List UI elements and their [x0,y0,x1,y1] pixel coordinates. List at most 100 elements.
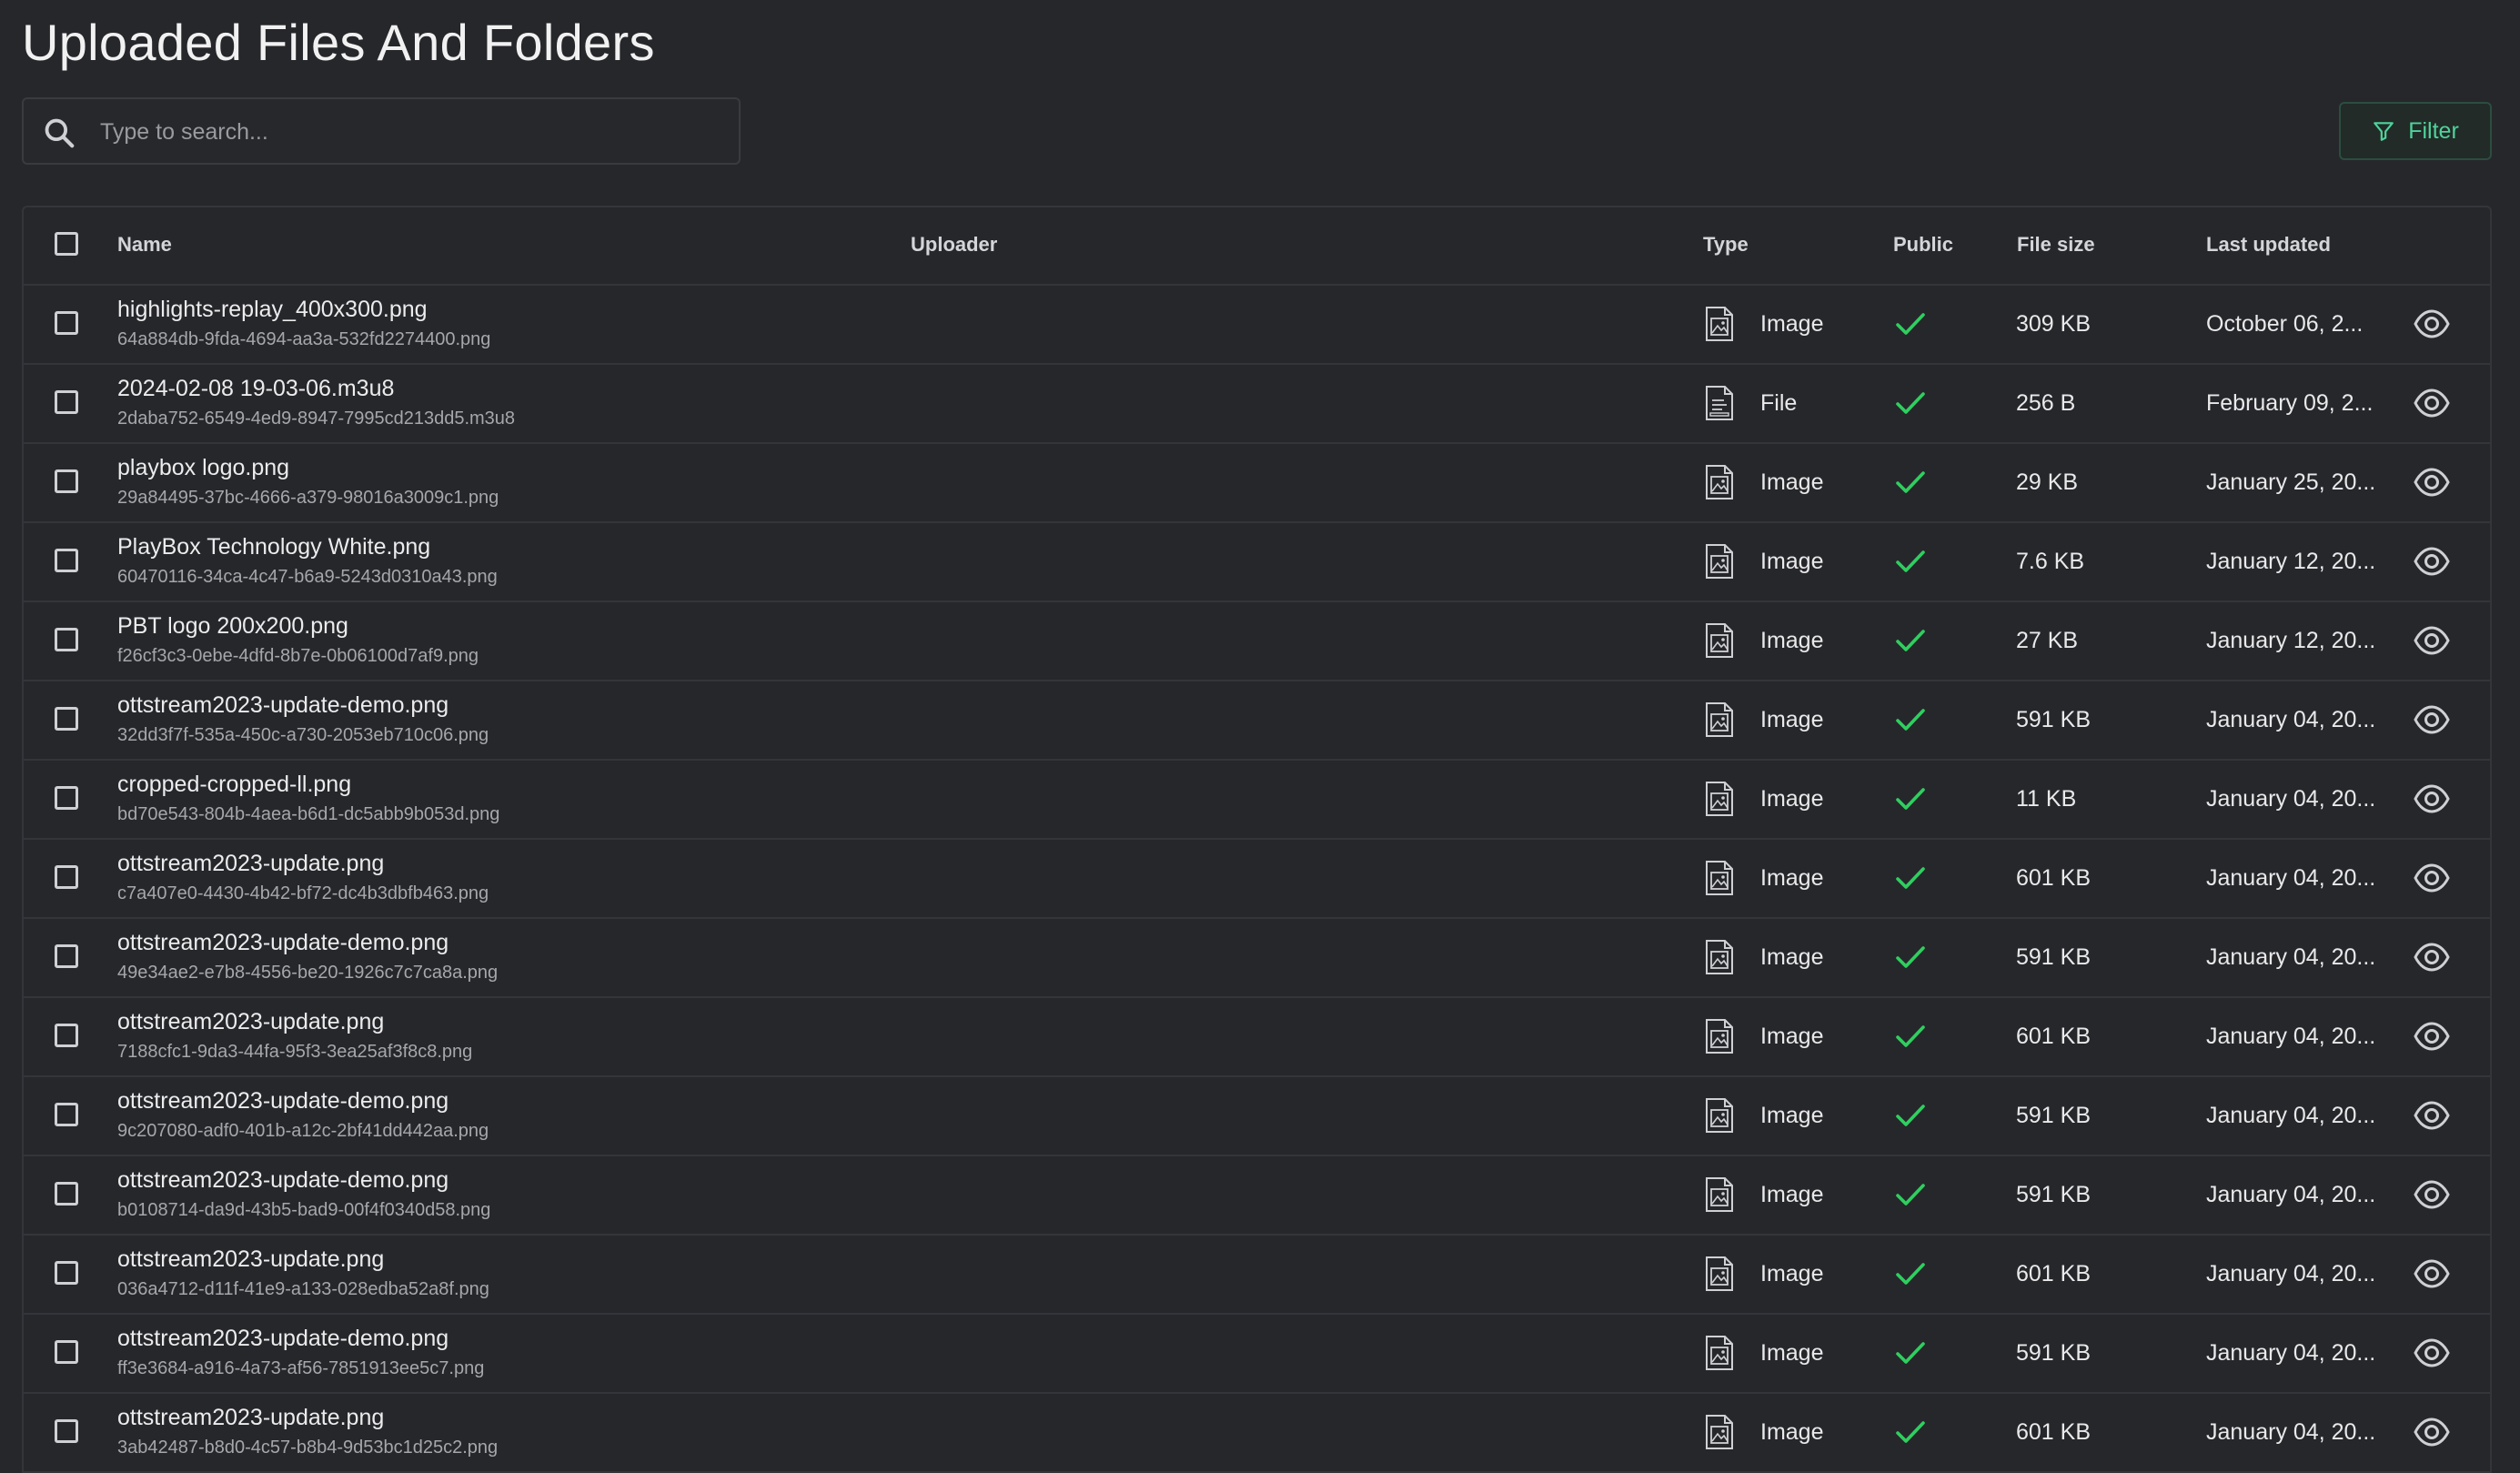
file-type: Image [1760,1024,1824,1049]
image-file-icon [1704,1414,1735,1450]
file-type: Image [1760,786,1824,812]
table-row[interactable]: ottstream2023-update.png 7188cfc1-9da3-44… [24,998,2490,1077]
table-row[interactable]: ottstream2023-update-demo.png 9c207080-ad… [24,1077,2490,1156]
document-file-icon [1704,385,1735,421]
filter-button[interactable]: Filter [2339,102,2492,160]
row-checkbox[interactable] [55,707,78,731]
eye-icon[interactable] [2414,863,2450,893]
eye-icon[interactable] [2414,1179,2450,1210]
eye-icon[interactable] [2414,467,2450,498]
file-id: bd70e543-804b-4aea-b6d1-dc5abb9b053d.png [117,804,500,824]
row-checkbox[interactable] [55,469,78,493]
file-size: 27 KB [2016,628,2079,653]
row-checkbox[interactable] [55,1024,78,1047]
column-header-uploader[interactable]: Uploader [911,233,997,257]
table-row[interactable]: ottstream2023-update.png 3ab42487-b8d0-4c… [24,1394,2490,1473]
eye-icon[interactable] [2414,1100,2450,1131]
select-all-checkbox[interactable] [55,232,78,256]
table-row[interactable]: cropped-cropped-ll.png bd70e543-804b-4aea… [24,761,2490,840]
file-size: 591 KB [2016,1340,2092,1366]
table-row[interactable]: PBT logo 200x200.png f26cf3c3-0ebe-4dfd-8… [24,602,2490,681]
row-checkbox[interactable] [55,1182,78,1206]
row-checkbox[interactable] [55,1419,78,1443]
file-type: Image [1760,311,1824,337]
eye-icon[interactable] [2414,1021,2450,1052]
table-row[interactable]: ottstream2023-update.png c7a407e0-4430-4b… [24,840,2490,919]
file-name[interactable]: ottstream2023-update-demo.png [117,1167,449,1194]
column-header-public[interactable]: Public [1893,233,1953,257]
file-name[interactable]: ottstream2023-update-demo.png [117,1326,449,1352]
file-name[interactable]: PlayBox Technology White.png [117,534,430,560]
last-updated: January 04, 20... [2206,1103,2376,1128]
file-name[interactable]: ottstream2023-update.png [117,851,384,877]
row-checkbox[interactable] [55,628,78,651]
file-name[interactable]: playbox logo.png [117,455,289,481]
table-row[interactable]: ottstream2023-update-demo.png 32dd3f7f-53… [24,681,2490,761]
image-file-icon [1704,1335,1735,1371]
eye-icon[interactable] [2414,546,2450,577]
table-row[interactable]: ottstream2023-update.png 036a4712-d11f-41… [24,1236,2490,1315]
column-header-file-size[interactable]: File size [2017,233,2095,257]
file-name[interactable]: cropped-cropped-ll.png [117,772,351,798]
row-checkbox[interactable] [55,1340,78,1364]
file-type: Image [1760,1419,1824,1445]
table-row[interactable]: highlights-replay_400x300.png 64a884db-9f… [24,286,2490,365]
column-header-name[interactable]: Name [117,233,172,257]
row-checkbox[interactable] [55,786,78,810]
eye-icon[interactable] [2414,308,2450,339]
row-checkbox[interactable] [55,865,78,889]
eye-icon[interactable] [2414,625,2450,656]
file-name[interactable]: ottstream2023-update.png [117,1405,384,1431]
file-type: Image [1760,865,1824,891]
column-header-type[interactable]: Type [1703,233,1749,257]
table-row[interactable]: ottstream2023-update-demo.png b0108714-da… [24,1156,2490,1236]
file-name[interactable]: ottstream2023-update.png [117,1246,384,1273]
file-name[interactable]: PBT logo 200x200.png [117,613,348,640]
image-file-icon [1704,622,1735,659]
file-id: f26cf3c3-0ebe-4dfd-8b7e-0b06100d7af9.png [117,646,479,666]
table-row[interactable]: ottstream2023-update-demo.png ff3e3684-a9… [24,1315,2490,1394]
search-icon [45,118,75,148]
eye-icon[interactable] [2414,1258,2450,1289]
file-size: 601 KB [2016,1419,2092,1445]
eye-icon[interactable] [2414,783,2450,814]
file-name[interactable]: highlights-replay_400x300.png [117,297,428,323]
row-checkbox[interactable] [55,390,78,414]
eye-icon[interactable] [2414,942,2450,973]
file-size: 601 KB [2016,865,2092,891]
file-type: Image [1760,944,1824,970]
file-name[interactable]: ottstream2023-update-demo.png [117,930,449,956]
file-type: Image [1760,628,1824,653]
file-size: 591 KB [2016,1103,2092,1128]
public-check-icon [1894,547,1927,576]
row-checkbox[interactable] [55,944,78,968]
file-name[interactable]: ottstream2023-update.png [117,1009,384,1035]
file-name[interactable]: ottstream2023-update-demo.png [117,1088,449,1115]
row-checkbox[interactable] [55,1261,78,1285]
last-updated: January 12, 20... [2206,549,2376,574]
table-row[interactable]: ottstream2023-update-demo.png 49e34ae2-e7… [24,919,2490,998]
public-check-icon [1894,784,1927,813]
row-checkbox[interactable] [55,1103,78,1126]
last-updated: January 04, 20... [2206,1182,2376,1207]
row-checkbox[interactable] [55,311,78,335]
file-id: 60470116-34ca-4c47-b6a9-5243d0310a43.png [117,567,498,587]
file-name[interactable]: 2024-02-08 19-03-06.m3u8 [117,376,394,402]
column-header-last-updated[interactable]: Last updated [2206,233,2331,257]
row-checkbox[interactable] [55,549,78,572]
eye-icon[interactable] [2414,388,2450,419]
table-row[interactable]: 2024-02-08 19-03-06.m3u8 2daba752-6549-4e… [24,365,2490,444]
search-input[interactable] [98,99,730,165]
last-updated: January 04, 20... [2206,944,2376,970]
eye-icon[interactable] [2414,1417,2450,1448]
public-check-icon [1894,705,1927,734]
table-row[interactable]: playbox logo.png 29a84495-37bc-4666-a379-… [24,444,2490,523]
search-box[interactable] [22,97,741,165]
eye-icon[interactable] [2414,1337,2450,1368]
public-check-icon [1894,626,1927,655]
eye-icon[interactable] [2414,704,2450,735]
file-type: Image [1760,549,1824,574]
file-type: Image [1760,1182,1824,1207]
file-name[interactable]: ottstream2023-update-demo.png [117,692,449,719]
table-row[interactable]: PlayBox Technology White.png 60470116-34c… [24,523,2490,602]
